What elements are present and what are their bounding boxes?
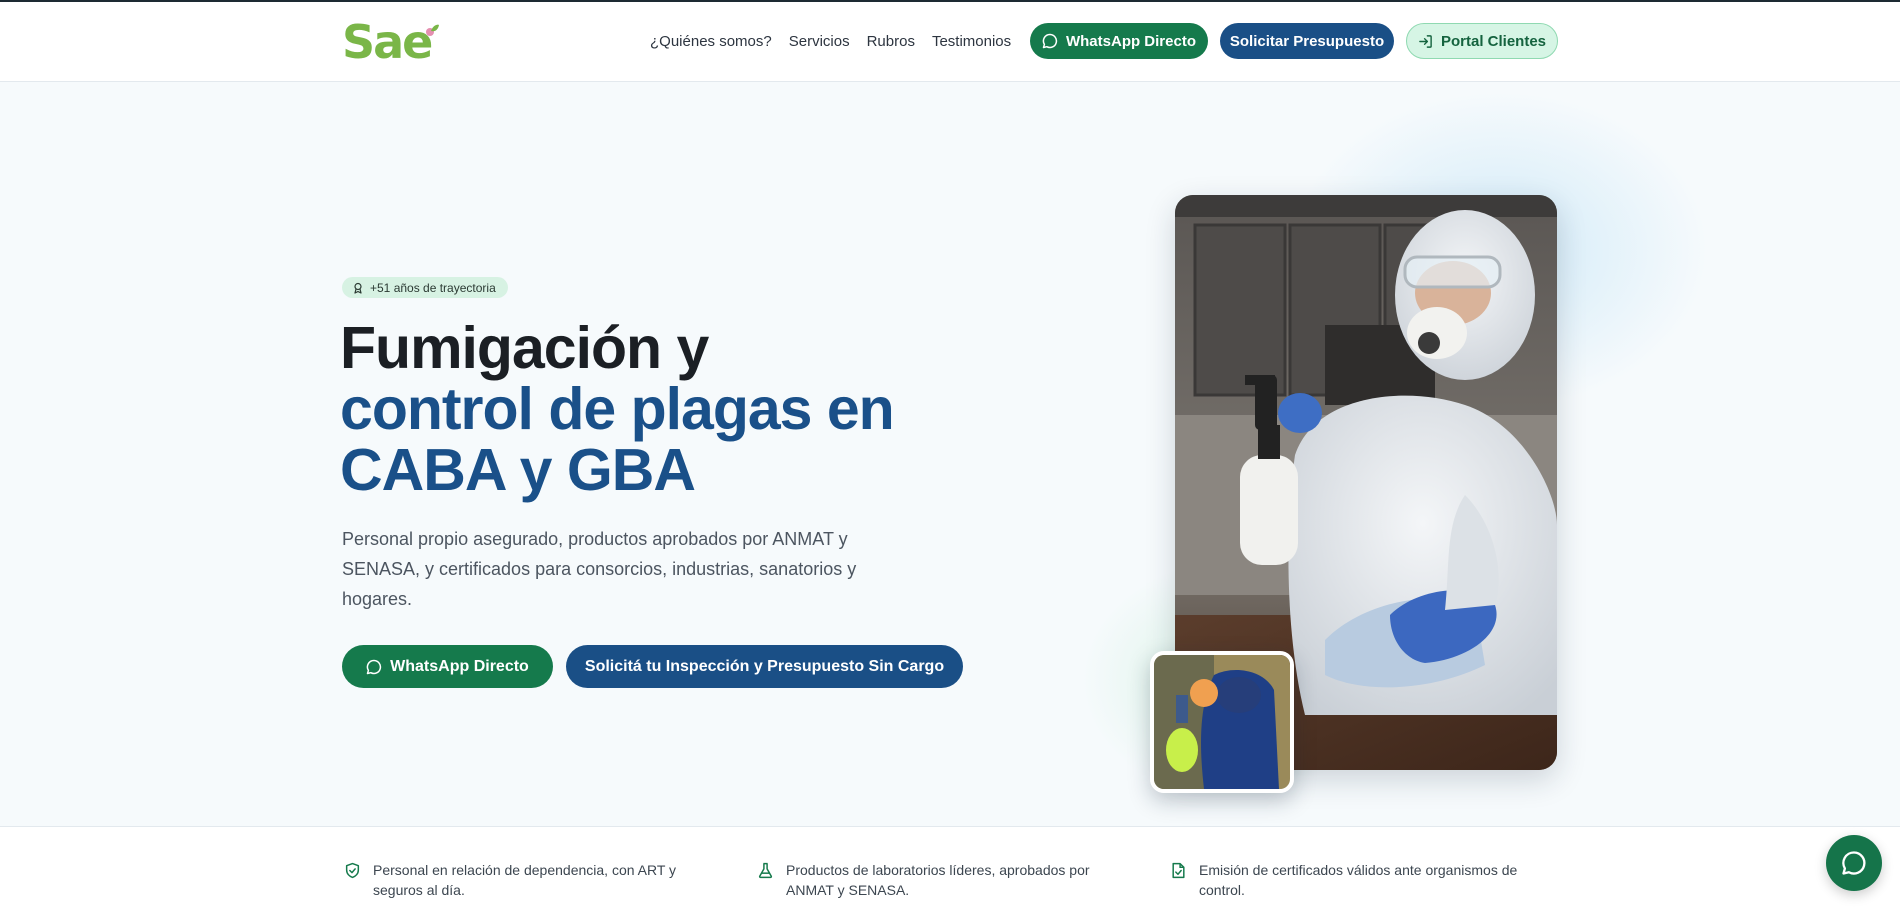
client-portal-label: Portal Clientes <box>1440 32 1547 50</box>
feature-approved-products: Productos de laboratorios líderes, aprob… <box>757 860 1127 900</box>
whatsapp-nav-button[interactable]: WhatsApp Directo <box>1030 23 1208 59</box>
chat-bubble-icon <box>366 659 382 674</box>
feature-certificates: Emisión de certificados válidos ante org… <box>1170 860 1540 900</box>
chat-fab-button[interactable] <box>1826 835 1882 891</box>
main-nav: ¿Quiénes somos? Servicios Rubros Testimo… <box>650 32 1011 52</box>
features-strip: Personal en relación de dependencia, con… <box>0 826 1900 907</box>
hero-description: Personal propio asegurado, productos apr… <box>342 529 857 609</box>
hero-title-line-3: CABA y GBA <box>340 437 696 503</box>
chat-bubble-icon <box>1042 33 1058 49</box>
logo-text: Sae <box>342 15 433 69</box>
sign-in-icon <box>1419 34 1432 48</box>
navbar: Sae ¿Quiénes somos? Servicios Rubros Tes… <box>0 2 1900 82</box>
hero-secondary-photo <box>1150 651 1294 793</box>
hero-title: Fumigación y control de plagas en CABA y… <box>340 318 980 501</box>
feature-text: Personal en relación de dependencia, con… <box>373 862 677 898</box>
feature-text: Productos de laboratorios líderes, aprob… <box>786 862 1090 898</box>
logo-leaf-icon <box>426 24 439 36</box>
whatsapp-nav-label: WhatsApp Directo <box>1065 32 1196 50</box>
nav-link-testimonios[interactable]: Testimonios <box>932 32 1011 52</box>
nav-link-rubros[interactable]: Rubros <box>867 32 915 52</box>
whatsapp-hero-label: WhatsApp Directo <box>390 657 529 675</box>
experience-badge: +51 años de trayectoria <box>342 277 508 298</box>
hero-title-line-1: Fumigación y <box>340 315 709 381</box>
chat-bubble-icon <box>1842 851 1866 875</box>
flask-icon <box>758 862 773 879</box>
feature-insured-staff: Personal en relación de dependencia, con… <box>344 860 714 900</box>
file-check-icon <box>1172 862 1185 879</box>
request-quote-button[interactable]: Solicitar Presupuesto <box>1220 23 1394 59</box>
award-icon <box>354 282 362 294</box>
nav-link-quienes-somos[interactable]: ¿Quiénes somos? <box>650 32 772 52</box>
experience-badge-text: +51 años de trayectoria <box>370 280 496 295</box>
nav-link-servicios[interactable]: Servicios <box>789 32 850 52</box>
client-portal-button[interactable]: Portal Clientes <box>1406 23 1558 59</box>
free-inspection-button[interactable]: Solicitá tu Inspección y Presupuesto Sin… <box>566 645 963 688</box>
whatsapp-hero-button[interactable]: WhatsApp Directo <box>342 645 553 688</box>
logo[interactable]: Sae <box>342 16 452 68</box>
request-quote-label: Solicitar Presupuesto <box>1229 32 1385 50</box>
free-inspection-label: Solicitá tu Inspección y Presupuesto Sin… <box>584 657 945 675</box>
hero-title-line-2: control de plagas en <box>340 376 895 442</box>
feature-text: Emisión de certificados válidos ante org… <box>1199 862 1518 898</box>
shield-check-icon <box>345 862 360 879</box>
technician-blue-uniform-illustration <box>1154 655 1290 789</box>
